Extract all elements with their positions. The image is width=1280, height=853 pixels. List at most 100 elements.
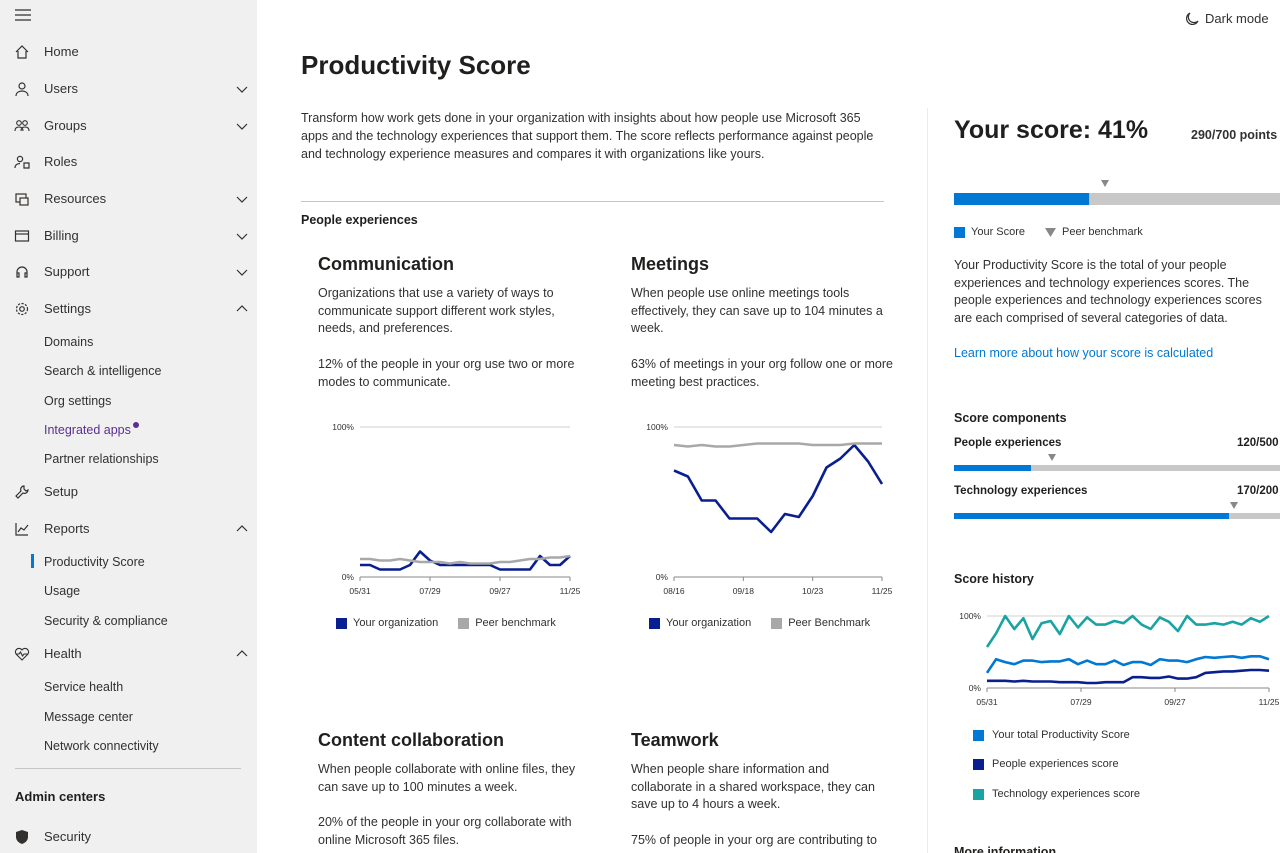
x-tick-label: 09/27 [489, 586, 511, 596]
nav-item-security[interactable]: Security [0, 822, 257, 852]
chevron-up-icon[interactable] [236, 303, 248, 315]
nav-subitem-network-connectivity[interactable]: Network connectivity [44, 739, 159, 753]
learn-more-link[interactable]: Learn more about how your score is calcu… [954, 345, 1280, 363]
content-collaboration-desc: When people collaborate with online file… [318, 762, 576, 794]
nav-item-reports[interactable]: Reports [0, 514, 257, 544]
nav-item-settings[interactable]: Settings [0, 294, 257, 324]
roles-icon [14, 155, 30, 169]
legend-swatch-org [649, 617, 660, 629]
score-points: 290/700 points [1191, 128, 1278, 142]
technology-experiences-label: Technology experiences [954, 485, 1088, 497]
technology-experiences-value: 170/200 [1237, 485, 1279, 497]
people-experiences-value: 120/500 [1237, 437, 1279, 449]
nav-item-health[interactable]: Health [0, 639, 257, 669]
score-components-header: Score components [954, 411, 1067, 425]
hamburger-menu-icon[interactable] [14, 8, 32, 22]
nav-item-users[interactable]: Users [0, 74, 257, 104]
series-line-people-experiences-score [987, 668, 1270, 685]
communication-legend: Your organization Peer benchmark [336, 617, 556, 629]
chevron-down-icon[interactable] [236, 120, 248, 132]
tech-peer-marker [1230, 502, 1238, 509]
chevron-up-icon[interactable] [236, 523, 248, 535]
technology-experiences-bar [954, 502, 1280, 519]
legend-swatch-tech [973, 788, 984, 800]
nav-item-roles[interactable]: Roles [0, 147, 257, 177]
teamwork-stat: 75% of people in your org are contributi… [631, 833, 877, 847]
people-peer-marker [1048, 454, 1056, 461]
nav-item-groups[interactable]: Groups [0, 111, 257, 141]
nav-item-billing[interactable]: Billing [0, 221, 257, 251]
score-title: Your score: 41% [954, 116, 1149, 144]
teamwork-title: Teamwork [631, 730, 719, 750]
y-tick-label: 100% [959, 611, 981, 621]
page-intro: Transform how work gets done in your org… [301, 111, 874, 161]
score-bar-fill [954, 193, 1090, 205]
score-history-chart: 100% 0% 05/31 07/29 09/27 11/25 [959, 611, 1280, 707]
wrench-icon [15, 485, 29, 499]
nav-item-home[interactable]: Home [0, 37, 257, 67]
nav-subitem-message-center[interactable]: Message center [44, 710, 133, 724]
page-title: Productivity Score [301, 50, 531, 80]
user-icon [15, 82, 29, 97]
x-tick-label: 11/25 [872, 586, 893, 596]
chevron-down-icon[interactable] [236, 193, 248, 205]
resources-icon [15, 193, 29, 206]
nav-subitem-productivity-score[interactable]: Productivity Score [44, 555, 145, 569]
more-information-header: More information [954, 845, 1057, 853]
score-history-header: Score history [954, 572, 1034, 586]
legend-tech-score: Technology experiences score [973, 788, 1140, 800]
score-legend: Your Score Peer benchmark [954, 226, 1143, 238]
y-tick-label: 100% [646, 422, 668, 432]
x-tick-label: 11/25 [560, 586, 581, 596]
nav-subitem-partner-relationships[interactable]: Partner relationships [44, 452, 159, 466]
nav-item-resources[interactable]: Resources [0, 184, 257, 214]
chevron-up-icon[interactable] [236, 648, 248, 660]
series-line-technology-experiences-score [985, 614, 1270, 648]
chevron-down-icon[interactable] [236, 83, 248, 95]
x-tick-label: 07/29 [419, 586, 441, 596]
nav-item-setup[interactable]: Setup [0, 477, 257, 507]
headset-icon [16, 266, 28, 278]
dark-mode-toggle[interactable]: Dark mode [1185, 11, 1269, 26]
shield-icon [16, 830, 28, 844]
people-experiences-label: People experiences [954, 437, 1062, 449]
legend-swatch-peer [458, 617, 470, 629]
y-tick-label: 0% [656, 572, 669, 582]
nav-separator [15, 768, 241, 769]
peer-benchmark-marker [1101, 180, 1109, 187]
meetings-title: Meetings [631, 254, 710, 274]
nav-subitem-org-settings[interactable]: Org settings [44, 394, 111, 408]
nav-subitem-search-intelligence[interactable]: Search & intelligence [44, 364, 161, 378]
nav-subitem-service-health[interactable]: Service health [44, 680, 123, 694]
people-bar-fill [954, 465, 1031, 471]
x-tick-label: 09/18 [733, 586, 755, 596]
communication-desc: Organizations that use a variety of ways… [318, 286, 555, 335]
gear-icon [15, 302, 29, 316]
communication-stat: 12% of the people in your org use two or… [318, 357, 575, 389]
nav-subitem-security-compliance[interactable]: Security & compliance [44, 614, 168, 628]
legend-total-score: Your total Productivity Score [973, 729, 1130, 741]
nav-subitem-domains[interactable]: Domains [44, 335, 93, 349]
nav-subitem-usage[interactable]: Usage [44, 584, 80, 598]
tech-bar-fill [954, 513, 1229, 519]
nav-subitem-integrated-apps[interactable]: Integrated apps [44, 422, 139, 437]
main-content: Dark mode Productivity Score Transform h… [257, 0, 1280, 853]
teamwork-desc: When people share information and collab… [631, 762, 875, 811]
left-navigation: Home Users Groups Roles Resources Billing Supp… [0, 0, 257, 853]
chevron-down-icon[interactable] [236, 266, 248, 278]
people-experiences-bar [954, 454, 1280, 471]
chevron-down-icon[interactable] [236, 230, 248, 242]
legend-swatch-total [973, 729, 984, 741]
y-tick-label: 0% [342, 572, 355, 582]
x-tick-label: 09/27 [1164, 697, 1186, 707]
legend-swatch-org [336, 617, 347, 629]
legend-peer-triangle-icon [1045, 227, 1057, 237]
moon-icon [1186, 11, 1199, 25]
y-tick-label: 100% [332, 422, 354, 432]
nav-item-support[interactable]: Support [0, 257, 257, 287]
x-tick-label: 10/23 [802, 586, 824, 596]
x-tick-label: 11/25 [1259, 697, 1280, 707]
score-description: Your Productivity Score is the total of … [954, 258, 1262, 325]
home-icon [15, 45, 29, 59]
communication-chart: 100% 0% 05/31 07/29 09/27 11/25 [332, 422, 581, 596]
